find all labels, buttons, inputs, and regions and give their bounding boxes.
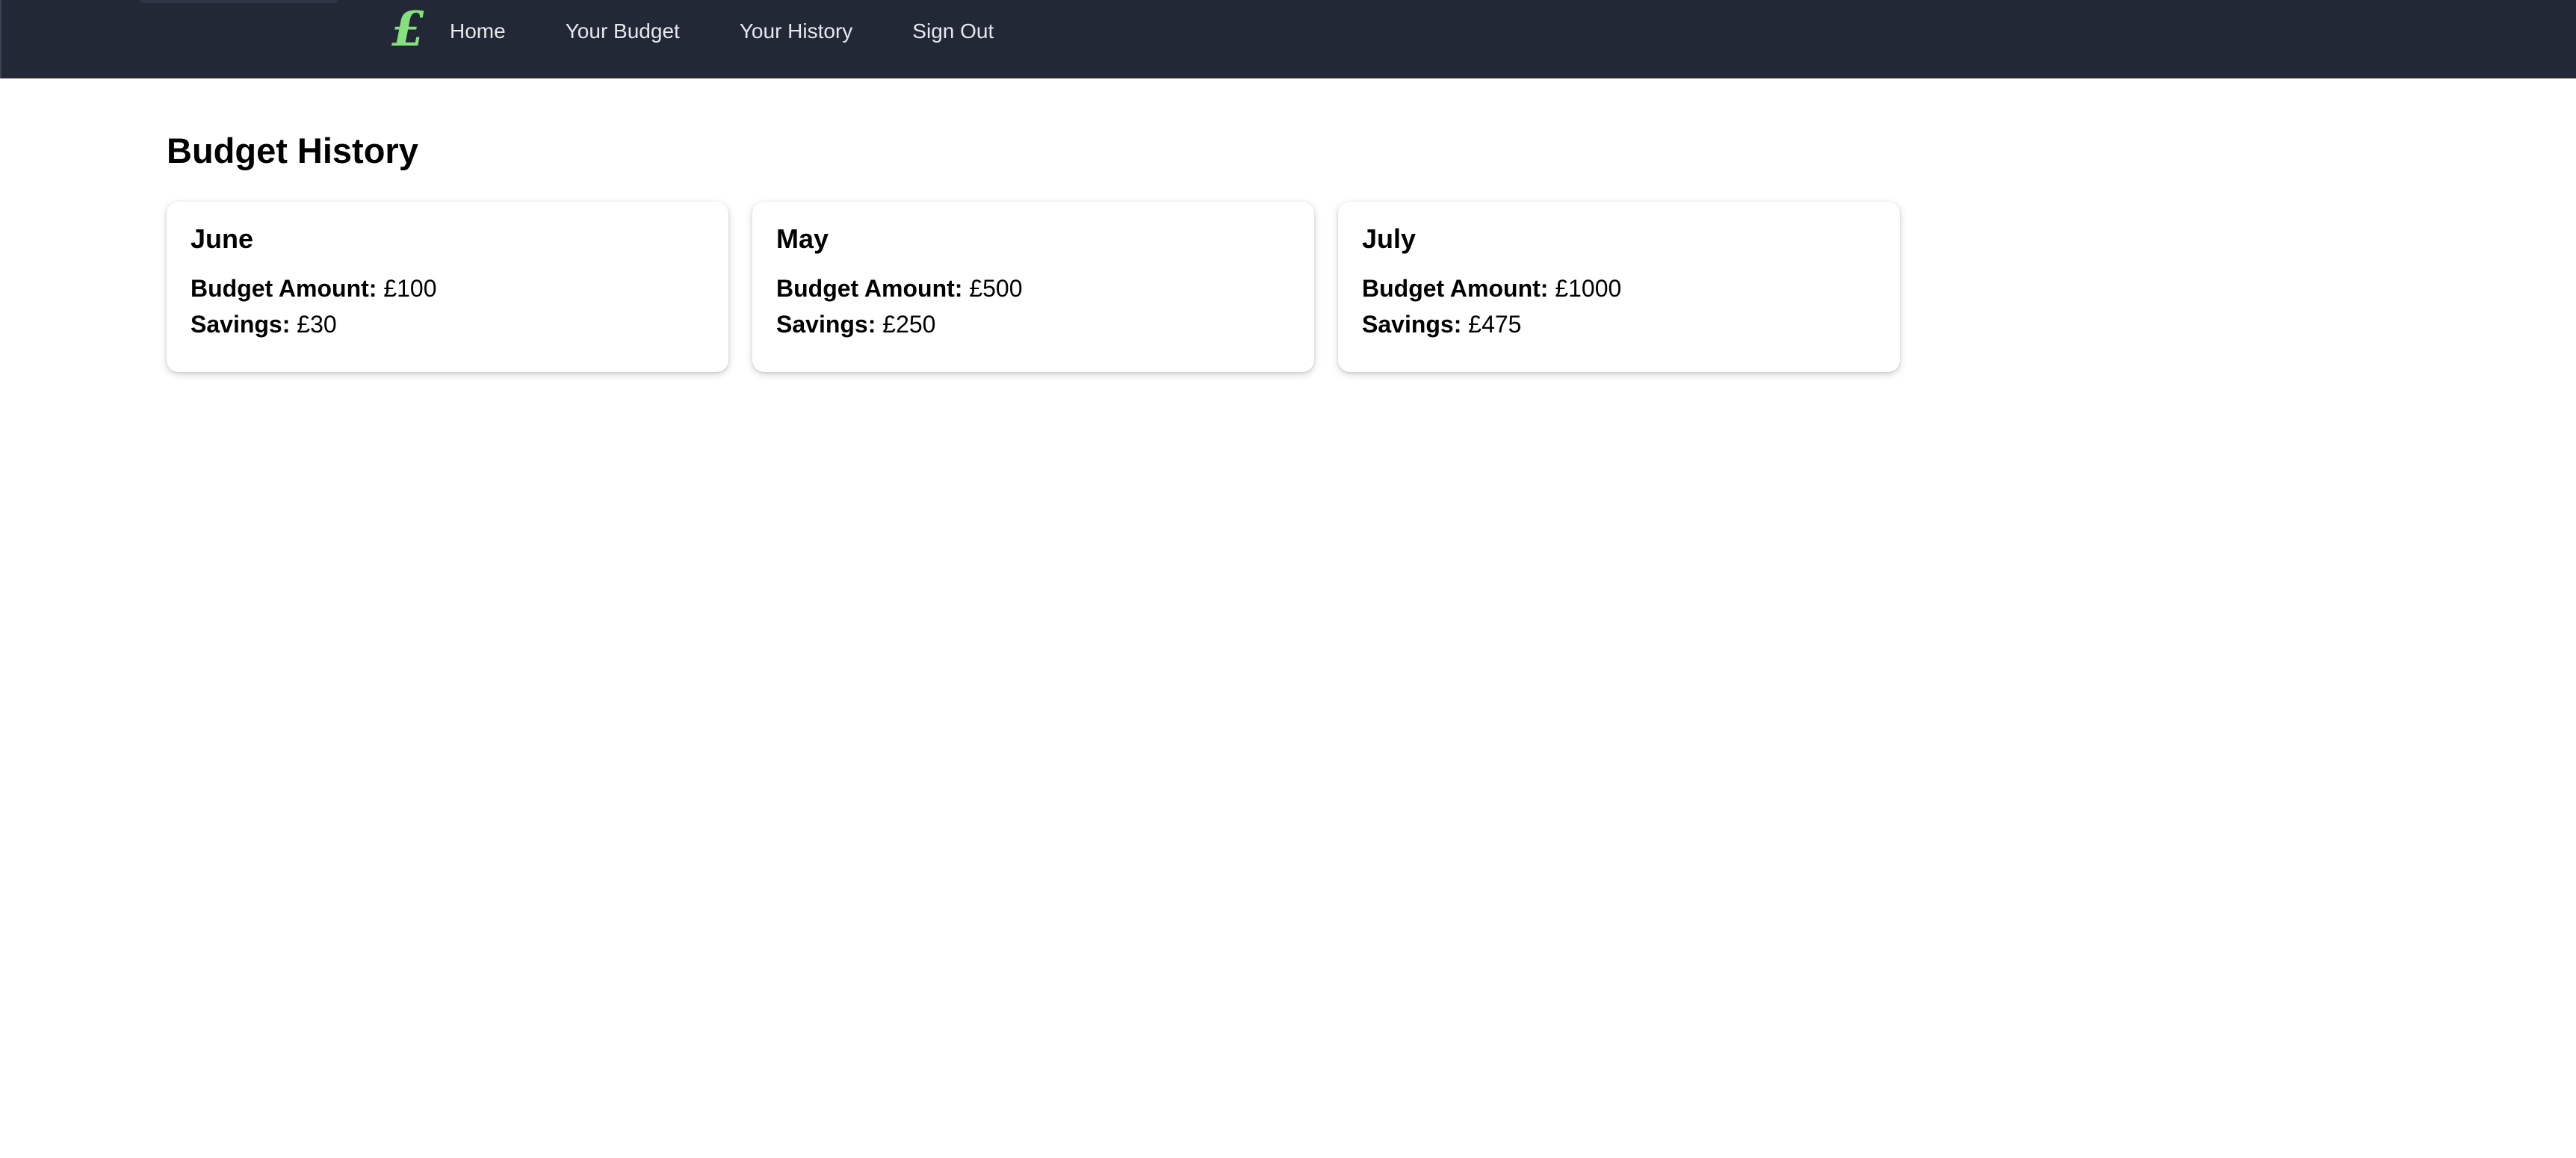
budget-amount-label: Budget Amount: (776, 275, 963, 302)
pound-logo-icon[interactable]: £ (391, 3, 425, 57)
navbar-tab-shadow (140, 0, 338, 3)
card-month: May (776, 223, 829, 254)
budget-amount-label: Budget Amount: (191, 275, 377, 302)
history-card-list: June Budget Amount: £100 Savings: £30 Ma… (167, 202, 1900, 372)
nav-link-sign-out[interactable]: Sign Out (912, 16, 994, 46)
savings-value: £250 (882, 311, 936, 338)
savings-value: £30 (297, 311, 337, 338)
budget-amount-row: Budget Amount: £1000 (1362, 270, 1876, 306)
top-navbar: £ Home Your Budget Your History Sign Out (0, 0, 2576, 78)
nav-link-your-history[interactable]: Your History (740, 16, 852, 46)
budget-amount-row: Budget Amount: £100 (191, 270, 705, 306)
savings-label: Savings: (191, 311, 291, 338)
savings-row: Savings: £30 (191, 306, 705, 342)
nav-link-your-budget[interactable]: Your Budget (566, 16, 680, 46)
savings-label: Savings: (1362, 311, 1462, 338)
nav-links: Home Your Budget Your History Sign Out (450, 16, 1053, 46)
budget-amount-value: £100 (383, 275, 437, 302)
page-title: Budget History (167, 131, 418, 170)
nav-link-home[interactable]: Home (450, 16, 506, 46)
card-month: July (1362, 223, 1417, 254)
budget-amount-row: Budget Amount: £500 (776, 270, 1290, 306)
history-card: May Budget Amount: £500 Savings: £250 (752, 202, 1314, 372)
savings-row: Savings: £475 (1362, 306, 1876, 342)
savings-value: £475 (1468, 311, 1522, 338)
budget-amount-value: £1000 (1555, 275, 1622, 302)
history-card: July Budget Amount: £1000 Savings: £475 (1338, 202, 1900, 372)
card-month: June (191, 223, 254, 254)
budget-amount-value: £500 (969, 275, 1023, 302)
budget-amount-label: Budget Amount: (1362, 275, 1549, 302)
savings-row: Savings: £250 (776, 306, 1290, 342)
history-card: June Budget Amount: £100 Savings: £30 (167, 202, 728, 372)
savings-label: Savings: (776, 311, 876, 338)
